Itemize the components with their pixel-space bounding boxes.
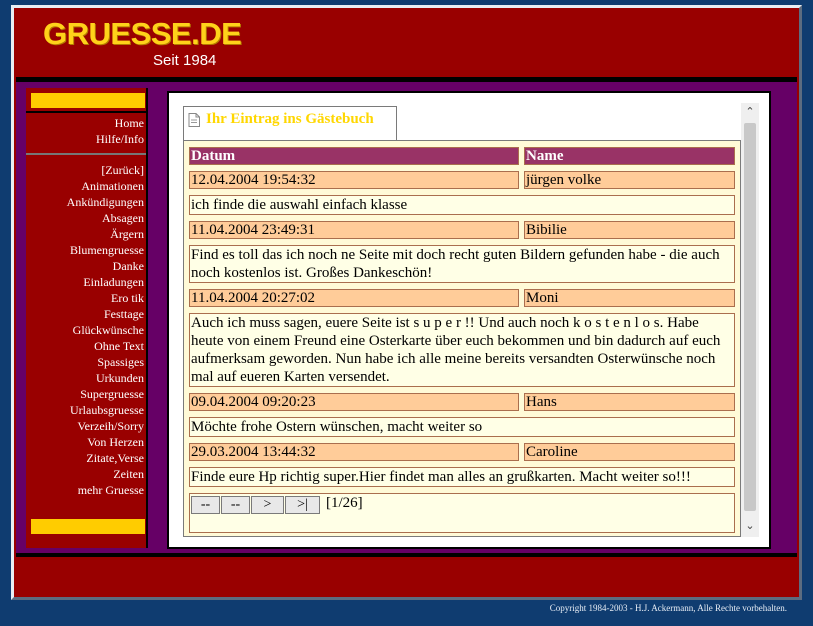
nav-link-animationen[interactable]: Animationen [67,178,144,194]
footer-separator [16,553,797,557]
page-indicator: [1/26] [326,495,363,511]
guestbook-panel: Ihr Eintrag ins Gästebuch Datum Name 12.… [167,91,771,549]
entry-name: Bibilie [524,221,735,239]
entry-date: 12.04.2004 19:54:32 [189,171,519,189]
entry-date: 09.04.2004 09:20:23 [189,393,519,411]
table-row: 09.04.2004 09:20:23 Hans [189,393,735,411]
logo-title: GRUESSE.DE [43,16,242,51]
last-page-button[interactable]: >| [285,496,320,514]
entry-name: jürgen volke [524,171,735,189]
table-row: 11.04.2004 20:27:02 Moni [189,289,735,307]
nav-link-spassiges[interactable]: Spassiges [67,354,144,370]
column-header-name: Name [524,147,735,165]
entry-name: Moni [524,289,735,307]
nav-link-home[interactable]: Home [96,115,144,131]
entry-date: 11.04.2004 20:27:02 [189,289,519,307]
copyright-notice: Copyright 1984-2003 - H.J. Ackermann, Al… [549,603,787,613]
sidebar-category-links: [Zurück] Animationen Ankündigungen Absag… [67,162,144,498]
nav-link-aergern[interactable]: Ärgern [67,226,144,242]
nav-link-zeiten[interactable]: Zeiten [67,466,144,482]
nav-link-supergruesse[interactable]: Supergruesse [67,386,144,402]
nav-link-von-herzen[interactable]: Von Herzen [67,434,144,450]
nav-link-back[interactable]: [Zurück] [67,162,144,178]
entry-date: 11.04.2004 23:49:31 [189,221,519,239]
sidebar-divider [26,111,146,113]
logo-subtitle: Seit 1984 [153,52,217,69]
nav-link-blumengruesse[interactable]: Blumengruesse [67,242,144,258]
nav-link-ankuendigungen[interactable]: Ankündigungen [67,194,144,210]
tab-label: Ihr Eintrag ins Gästebuch [206,111,374,127]
nav-link-zitate-verse[interactable]: Zitate,Verse [67,450,144,466]
nav-link-glueckwuensche[interactable]: Glückwünsche [67,322,144,338]
tab-guestbook-entry[interactable]: Ihr Eintrag ins Gästebuch [183,106,397,140]
nav-link-verzeih-sorry[interactable]: Verzeih/Sorry [67,418,144,434]
scrollbar-thumb[interactable] [744,123,756,511]
pagination: -- -- > >| [1/26] [189,493,735,533]
next-page-button[interactable]: > [251,496,284,514]
entry-message: Auch ich muss sagen, euere Seite ist s u… [189,313,735,387]
first-page-button[interactable]: -- [191,496,220,514]
entry-message: Find es toll das ich noch ne Seite mit d… [189,245,735,283]
nav-link-mehr-gruesse[interactable]: mehr Gruesse [67,482,144,498]
page-frame: GRUESSE.DE Seit 1984 Home Hilfe/Info [Zu… [11,5,802,600]
nav-link-ohne-text[interactable]: Ohne Text [67,338,144,354]
nav-link-erotik[interactable]: Ero tik [67,290,144,306]
entry-message: Möchte frohe Ostern wünschen, macht weit… [189,417,735,437]
guestbook-scroll-area[interactable]: Datum Name 12.04.2004 19:54:32 jürgen vo… [183,140,741,537]
document-icon [188,113,200,127]
sidebar-divider [26,153,146,155]
column-header-date: Datum [189,147,519,165]
table-row: 11.04.2004 23:49:31 Bibilie [189,221,735,239]
entry-date: 29.03.2004 13:44:32 [189,443,519,461]
nav-link-urlaubsgruesse[interactable]: Urlaubsgruesse [67,402,144,418]
prev-page-button[interactable]: -- [221,496,250,514]
nav-link-absagen[interactable]: Absagen [67,210,144,226]
sidebar-top-bar [31,93,145,108]
entry-name: Hans [524,393,735,411]
sidebar: Home Hilfe/Info [Zurück] Animationen Ank… [26,88,148,548]
nav-link-urkunden[interactable]: Urkunden [67,370,144,386]
nav-link-danke[interactable]: Danke [67,258,144,274]
nav-link-help[interactable]: Hilfe/Info [96,131,144,147]
site-logo[interactable]: GRUESSE.DE Seit 1984 [43,16,243,76]
entry-message: Finde eure Hp richtig super.Hier findet … [189,467,735,487]
entry-name: Caroline [524,443,735,461]
sidebar-bottom-bar [31,519,145,534]
table-row: 29.03.2004 13:44:32 Caroline [189,443,735,461]
nav-link-festtage[interactable]: Festtage [67,306,144,322]
vertical-scrollbar[interactable]: ⌃ ⌄ [741,103,759,537]
entry-message: ich finde die auswahl einfach klasse [189,195,735,215]
guestbook-table: Datum Name 12.04.2004 19:54:32 jürgen vo… [189,147,735,533]
table-header-row: Datum Name [189,147,735,165]
scroll-up-icon[interactable]: ⌃ [741,103,759,121]
sidebar-top-links: Home Hilfe/Info [96,115,144,147]
nav-link-einladungen[interactable]: Einladungen [67,274,144,290]
table-row: 12.04.2004 19:54:32 jürgen volke [189,171,735,189]
scroll-down-icon[interactable]: ⌄ [741,517,759,535]
